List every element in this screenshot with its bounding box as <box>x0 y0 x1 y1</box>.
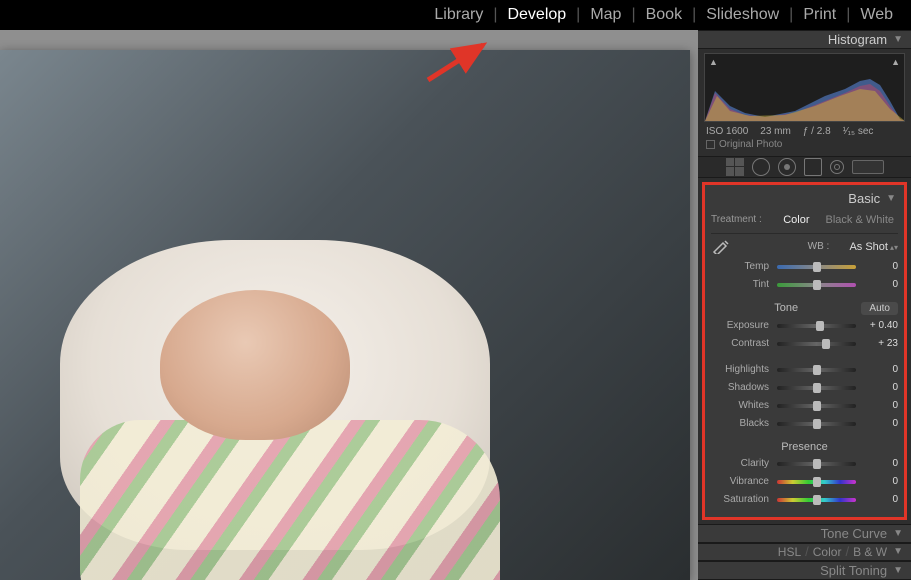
exposure-slider[interactable] <box>777 324 856 328</box>
panel-hsl-header[interactable]: HSL/ Color/ B & W ▼ <box>698 543 911 562</box>
module-library[interactable]: Library <box>430 6 487 24</box>
panel-histogram-title: Histogram <box>828 32 887 47</box>
tone-curve-title: Tone Curve <box>821 526 887 541</box>
original-photo-label: Original Photo <box>719 139 782 150</box>
tint-value[interactable]: 0 <box>864 279 898 290</box>
panel-histogram-header[interactable]: Histogram ▼ <box>698 30 911 49</box>
right-panel: Histogram ▼ ▲ ▲ ISO 1600 23 mm ƒ / 2.8 ¹… <box>698 30 911 580</box>
collapse-icon: ▼ <box>886 193 896 204</box>
shadows-value[interactable]: 0 <box>864 382 898 393</box>
module-book[interactable]: Book <box>642 6 686 24</box>
collapse-icon: ▼ <box>893 34 903 45</box>
exposure-value[interactable]: + 0.40 <box>864 320 898 331</box>
treatment-row: Treatment : Color Black & White <box>711 209 898 234</box>
shadows-label: Shadows <box>711 382 769 393</box>
saturation-label: Saturation <box>711 494 769 505</box>
panel-basic-title: Basic <box>848 191 880 206</box>
histogram[interactable]: ▲ ▲ <box>704 53 905 122</box>
original-photo-toggle[interactable]: Original Photo <box>698 139 911 156</box>
wb-row: WB : As Shot▴▾ <box>711 234 898 258</box>
exif-aperture: ƒ / 2.8 <box>803 126 831 137</box>
redeye-tool-icon[interactable] <box>778 158 796 176</box>
wb-dropper-icon[interactable] <box>711 240 733 254</box>
tool-strip <box>698 156 911 178</box>
vibrance-label: Vibrance <box>711 476 769 487</box>
contrast-label: Contrast <box>711 338 769 349</box>
blacks-value[interactable]: 0 <box>864 418 898 429</box>
clarity-slider[interactable] <box>777 462 856 466</box>
brush-tool-icon[interactable] <box>852 160 884 174</box>
blacks-label: Blacks <box>711 418 769 429</box>
treatment-color[interactable]: Color <box>779 213 813 227</box>
whites-label: Whites <box>711 400 769 411</box>
whites-slider[interactable] <box>777 404 856 408</box>
tone-label: Tone <box>711 302 861 314</box>
chevron-updown-icon: ▴▾ <box>890 243 898 252</box>
crop-tool-icon[interactable] <box>726 158 744 176</box>
tint-label: Tint <box>711 279 769 290</box>
collapse-icon: ▼ <box>893 528 903 539</box>
collapse-icon: ▼ <box>893 546 903 557</box>
checkbox-icon <box>706 140 715 149</box>
temp-slider[interactable] <box>777 265 856 269</box>
contrast-slider[interactable] <box>777 342 856 346</box>
panel-tone-curve-header[interactable]: Tone Curve ▼ <box>698 524 911 543</box>
saturation-slider[interactable] <box>777 498 856 502</box>
wb-label: WB : <box>808 241 830 252</box>
shadows-slider[interactable] <box>777 386 856 390</box>
tone-subhead: Tone Auto <box>711 302 898 315</box>
radial-filter-tool-icon[interactable] <box>830 160 844 174</box>
exif-iso: ISO 1600 <box>706 126 748 137</box>
panel-basic-highlighted: Basic ▼ Treatment : Color Black & White … <box>702 182 907 520</box>
module-develop[interactable]: Develop <box>503 6 570 24</box>
presence-label: Presence <box>711 441 898 453</box>
preview-image-detail <box>80 420 500 580</box>
collapse-icon: ▼ <box>893 565 903 576</box>
grad-filter-tool-icon[interactable] <box>804 158 822 176</box>
slider-temp: Temp 0 <box>711 258 898 276</box>
contrast-value[interactable]: + 23 <box>864 338 898 349</box>
temp-label: Temp <box>711 261 769 272</box>
exif-readout: ISO 1600 23 mm ƒ / 2.8 ¹⁄₁₅ sec <box>698 122 911 139</box>
preview-image[interactable] <box>0 50 690 580</box>
treatment-bw[interactable]: Black & White <box>822 213 898 227</box>
panel-split-toning-header[interactable]: Split Toning ▼ <box>698 561 911 580</box>
whites-value[interactable]: 0 <box>864 400 898 411</box>
exif-shutter: ¹⁄₁₅ sec <box>843 126 874 137</box>
workspace: Histogram ▼ ▲ ▲ ISO 1600 23 mm ƒ / 2.8 ¹… <box>0 30 911 580</box>
highlights-label: Highlights <box>711 364 769 375</box>
vibrance-slider[interactable] <box>777 480 856 484</box>
module-slideshow[interactable]: Slideshow <box>702 6 783 24</box>
hsl-tab-bw[interactable]: B & W <box>853 545 887 559</box>
hsl-tab-hsl[interactable]: HSL <box>778 545 801 559</box>
clarity-value[interactable]: 0 <box>864 458 898 469</box>
saturation-value[interactable]: 0 <box>864 494 898 505</box>
histogram-graph <box>705 53 905 121</box>
clarity-label: Clarity <box>711 458 769 469</box>
split-toning-title: Split Toning <box>820 563 887 578</box>
slider-tint: Tint 0 <box>711 276 898 294</box>
presence-subhead: Presence <box>711 441 898 453</box>
exposure-label: Exposure <box>711 320 769 331</box>
blacks-slider[interactable] <box>777 422 856 426</box>
wb-preset-select[interactable]: As Shot▴▾ <box>835 241 898 253</box>
module-switcher: Library| Develop| Map| Book| Slideshow| … <box>0 0 911 30</box>
panel-basic-header[interactable]: Basic ▼ <box>711 189 898 209</box>
temp-value[interactable]: 0 <box>864 261 898 272</box>
module-map[interactable]: Map <box>586 6 625 24</box>
vibrance-value[interactable]: 0 <box>864 476 898 487</box>
highlights-slider[interactable] <box>777 368 856 372</box>
auto-tone-button[interactable]: Auto <box>861 302 898 315</box>
canvas-area <box>0 30 698 580</box>
hsl-tab-color[interactable]: Color <box>813 545 842 559</box>
module-web[interactable]: Web <box>856 6 897 24</box>
tint-slider[interactable] <box>777 283 856 287</box>
module-print[interactable]: Print <box>799 6 840 24</box>
exif-focal: 23 mm <box>760 126 791 137</box>
treatment-label: Treatment : <box>711 214 762 225</box>
spot-tool-icon[interactable] <box>752 158 770 176</box>
highlights-value[interactable]: 0 <box>864 364 898 375</box>
